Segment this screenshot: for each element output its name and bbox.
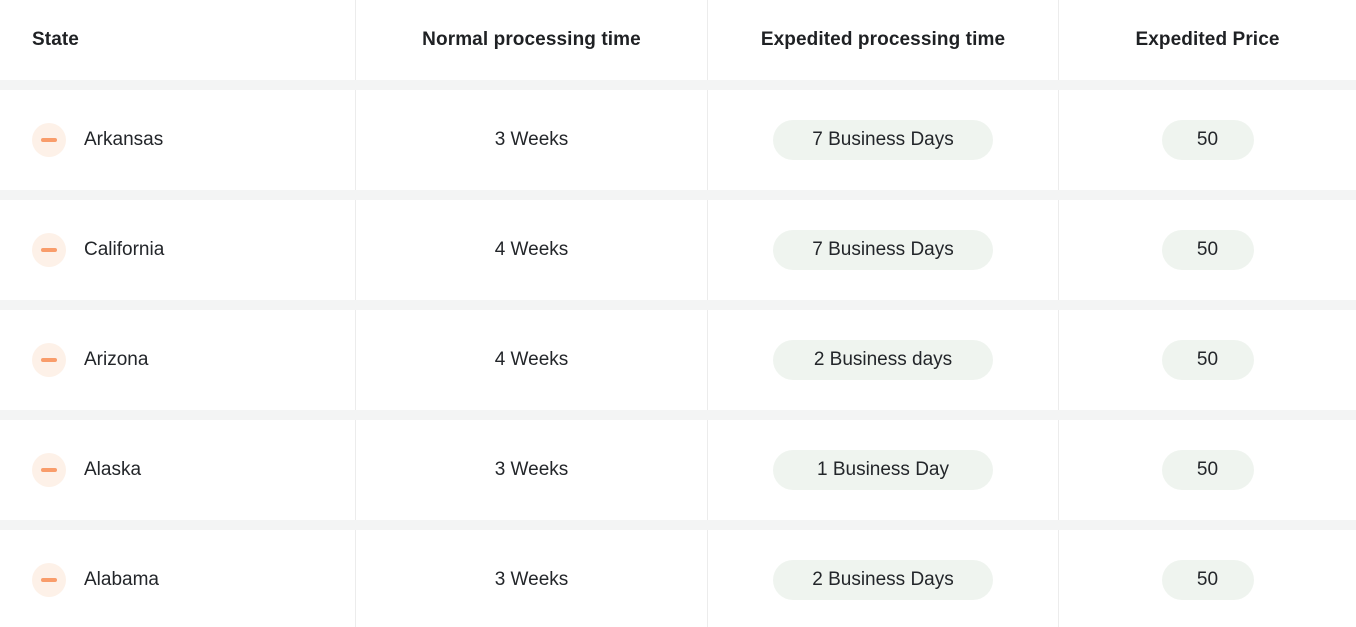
- column-header-expedited-processing-time-label: Expedited processing time: [760, 29, 1006, 50]
- table-header-row: State Normal processing time Expedited p…: [0, 0, 1356, 80]
- cell-expedited-processing-time: 7 Business Days: [707, 90, 1058, 190]
- normal-processing-time-value: 4 Weeks: [494, 349, 569, 370]
- column-header-expedited-price-label: Expedited Price: [1135, 29, 1280, 50]
- column-header-expedited-price[interactable]: Expedited Price: [1058, 0, 1356, 80]
- state-name: Arizona: [84, 349, 149, 370]
- normal-processing-time-value: 3 Weeks: [494, 129, 569, 150]
- column-header-state-label: State: [32, 29, 79, 50]
- expedited-price-badge: 50: [1161, 340, 1254, 380]
- cell-expedited-price: 50: [1058, 200, 1356, 300]
- state-name: Arkansas: [84, 129, 164, 150]
- column-header-normal-processing-time-label: Normal processing time: [422, 29, 641, 50]
- expedited-price-badge: 50: [1161, 120, 1254, 160]
- minus-icon-dash: [41, 138, 57, 142]
- cell-state: Alaska: [0, 420, 355, 520]
- normal-processing-time-value: 3 Weeks: [494, 459, 569, 480]
- normal-processing-time-value: 3 Weeks: [494, 569, 569, 590]
- cell-normal-processing-time: 3 Weeks: [355, 420, 707, 520]
- column-header-state[interactable]: State: [0, 0, 355, 80]
- processing-times-table: State Normal processing time Expedited p…: [0, 0, 1356, 627]
- cell-state: Arkansas: [0, 90, 355, 190]
- table-row[interactable]: Alabama 3 Weeks 2 Business Days 50: [0, 530, 1356, 627]
- row-separator: [0, 190, 1356, 200]
- row-separator: [0, 410, 1356, 420]
- state-name: Alaska: [84, 459, 142, 480]
- column-header-expedited-processing-time[interactable]: Expedited processing time: [707, 0, 1058, 80]
- state-name: California: [84, 239, 165, 260]
- expedited-processing-time-badge: 7 Business Days: [773, 120, 993, 160]
- table-row[interactable]: California 4 Weeks 7 Business Days 50: [0, 200, 1356, 300]
- cell-state: California: [0, 200, 355, 300]
- table-row[interactable]: Arizona 4 Weeks 2 Business days 50: [0, 310, 1356, 410]
- header-row-separator: [0, 80, 1356, 90]
- cell-state: Alabama: [0, 530, 355, 627]
- cell-normal-processing-time: 3 Weeks: [355, 90, 707, 190]
- minus-circle-icon[interactable]: [32, 453, 66, 487]
- state-name: Alabama: [84, 569, 159, 590]
- minus-circle-icon[interactable]: [32, 123, 66, 157]
- cell-expedited-price: 50: [1058, 530, 1356, 627]
- expedited-processing-time-badge: 2 Business Days: [773, 560, 993, 600]
- minus-circle-icon[interactable]: [32, 343, 66, 377]
- cell-normal-processing-time: 4 Weeks: [355, 200, 707, 300]
- expedited-price-badge: 50: [1161, 450, 1254, 490]
- minus-icon-dash: [41, 468, 57, 472]
- minus-circle-icon[interactable]: [32, 563, 66, 597]
- cell-normal-processing-time: 4 Weeks: [355, 310, 707, 410]
- cell-expedited-price: 50: [1058, 420, 1356, 520]
- minus-circle-icon[interactable]: [32, 233, 66, 267]
- cell-expedited-processing-time: 1 Business Day: [707, 420, 1058, 520]
- cell-expedited-processing-time: 2 Business days: [707, 310, 1058, 410]
- cell-normal-processing-time: 3 Weeks: [355, 530, 707, 627]
- cell-expedited-price: 50: [1058, 90, 1356, 190]
- column-header-normal-processing-time[interactable]: Normal processing time: [355, 0, 707, 80]
- cell-expedited-processing-time: 7 Business Days: [707, 200, 1058, 300]
- expedited-price-badge: 50: [1161, 560, 1254, 600]
- cell-expedited-processing-time: 2 Business Days: [707, 530, 1058, 627]
- row-separator: [0, 520, 1356, 530]
- row-separator: [0, 300, 1356, 310]
- table-row[interactable]: Arkansas 3 Weeks 7 Business Days 50: [0, 90, 1356, 190]
- expedited-processing-time-badge: 7 Business Days: [773, 230, 993, 270]
- normal-processing-time-value: 4 Weeks: [494, 239, 569, 260]
- minus-icon-dash: [41, 358, 57, 362]
- cell-expedited-price: 50: [1058, 310, 1356, 410]
- table-row[interactable]: Alaska 3 Weeks 1 Business Day 50: [0, 420, 1356, 520]
- expedited-price-badge: 50: [1161, 230, 1254, 270]
- minus-icon-dash: [41, 248, 57, 252]
- minus-icon-dash: [41, 578, 57, 582]
- cell-state: Arizona: [0, 310, 355, 410]
- expedited-processing-time-badge: 2 Business days: [773, 340, 993, 380]
- expedited-processing-time-badge: 1 Business Day: [773, 450, 993, 490]
